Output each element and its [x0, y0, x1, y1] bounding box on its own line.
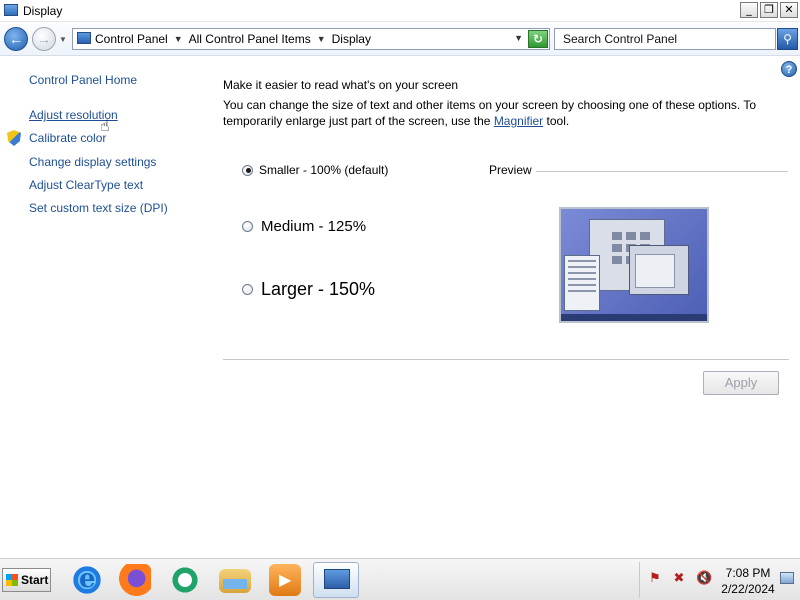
page-heading: Make it easier to read what's on your sc…	[223, 78, 459, 92]
chevron-down-icon[interactable]: ▼	[317, 34, 326, 44]
preview-icon	[626, 232, 636, 240]
search-icon[interactable]: ⚲	[777, 28, 798, 50]
preview-list-window	[564, 255, 600, 311]
option-medium[interactable]: Medium - 125%	[242, 218, 366, 235]
preview-label: Preview	[489, 163, 536, 177]
preview-line	[568, 284, 596, 286]
close-button[interactable]: ✕	[780, 2, 798, 18]
radio-smaller[interactable]	[242, 164, 253, 176]
edge-icon[interactable]	[169, 564, 201, 596]
address-dropdown-icon[interactable]: ▼	[514, 33, 523, 43]
preview-icon	[612, 256, 622, 264]
option-larger[interactable]: Larger - 150%	[242, 279, 375, 300]
file-explorer-icon[interactable]	[219, 569, 251, 593]
preview-divider	[535, 171, 788, 172]
action-center-icon[interactable]: ⚑	[648, 572, 662, 586]
magnifier-link[interactable]: Magnifier	[494, 114, 543, 128]
apply-button[interactable]: Apply	[703, 371, 779, 395]
chevron-down-icon[interactable]: ▼	[174, 34, 183, 44]
sidebar-item-custom-dpi[interactable]: Set custom text size (DPI)	[29, 201, 168, 215]
hand-cursor-icon: ☝	[100, 118, 110, 135]
option-smaller-label: Smaller - 100% (default)	[259, 163, 389, 177]
search-input[interactable]: Search Control Panel	[554, 28, 776, 50]
firefox-icon[interactable]	[119, 564, 151, 596]
taskbar: Start ⚑ ✖ 🔇 7:08 PM 2/22/2024	[0, 558, 800, 600]
title-bar: Display _ ❐ ✕	[0, 0, 800, 22]
media-player-icon[interactable]	[269, 564, 301, 596]
sidebar-item-change-display-settings[interactable]: Change display settings	[29, 155, 156, 169]
preview-line	[568, 260, 596, 262]
preview-dialog-pane	[635, 254, 675, 288]
back-button[interactable]: ←	[4, 27, 28, 51]
radio-larger[interactable]	[242, 284, 253, 295]
window-controls: _ ❐ ✕	[740, 2, 798, 18]
recent-pages-dropdown-icon[interactable]: ▼	[59, 35, 67, 44]
description-text: You can change the size of text and othe…	[223, 98, 757, 128]
preview-line	[568, 272, 596, 274]
breadcrumb: Control Panel ▼ All Control Panel Items …	[95, 32, 371, 46]
window-title: Display	[23, 4, 63, 18]
start-button[interactable]: Start	[2, 568, 51, 592]
navigation-bar: ← → ▼ Control Panel ▼ All Control Panel …	[0, 22, 800, 56]
description-tail: tool.	[543, 114, 570, 128]
minimize-button[interactable]: _	[740, 2, 758, 18]
breadcrumb-all-items[interactable]: All Control Panel Items	[189, 32, 311, 46]
sidebar-item-home[interactable]: Control Panel Home	[29, 73, 137, 87]
refresh-button[interactable]: ↻	[528, 30, 548, 48]
clock-date: 2/22/2024	[721, 582, 775, 596]
preview-icon	[612, 244, 622, 252]
preview-line	[568, 266, 596, 268]
option-medium-label: Medium - 125%	[261, 218, 367, 235]
preview-dialog-window	[629, 245, 689, 295]
divider	[223, 359, 789, 360]
help-icon[interactable]: ?	[781, 61, 797, 77]
restore-button[interactable]: ❐	[760, 2, 778, 18]
clock-time: 7:08 PM	[725, 566, 771, 580]
display-taskbar-button[interactable]	[313, 562, 359, 598]
start-label: Start	[21, 573, 49, 587]
preview-icon	[612, 232, 622, 240]
address-box[interactable]: Control Panel ▼ All Control Panel Items …	[72, 28, 550, 50]
control-panel-icon	[77, 32, 91, 44]
display-icon	[324, 569, 350, 589]
show-desktop-icon[interactable]	[780, 572, 794, 584]
system-tray: ⚑ ✖ 🔇 7:08 PM 2/22/2024	[639, 562, 800, 598]
breadcrumb-control-panel[interactable]: Control Panel	[95, 32, 168, 46]
volume-muted-icon[interactable]: 🔇	[696, 572, 712, 586]
forward-button[interactable]: →	[32, 27, 56, 51]
page-description: You can change the size of text and othe…	[223, 97, 783, 129]
preview-line	[568, 278, 596, 280]
radio-medium[interactable]	[242, 221, 253, 232]
preview-image	[559, 207, 709, 323]
preview-line	[568, 290, 596, 292]
shield-icon	[7, 130, 21, 146]
preview-desktop	[561, 209, 707, 321]
option-smaller[interactable]: Smaller - 100% (default)	[242, 163, 388, 177]
display-app-icon	[4, 4, 18, 16]
preview-taskbar	[561, 314, 707, 321]
preview-icon	[640, 232, 650, 240]
breadcrumb-display[interactable]: Display	[332, 32, 371, 46]
clock[interactable]: 7:08 PM 2/22/2024	[720, 565, 776, 597]
windows-logo-icon	[6, 574, 18, 586]
sidebar-item-calibrate-color[interactable]: Calibrate color	[29, 131, 106, 145]
sidebar-item-cleartype[interactable]: Adjust ClearType text	[29, 178, 143, 192]
option-larger-label: Larger - 150%	[261, 279, 376, 299]
internet-explorer-icon[interactable]	[71, 564, 103, 596]
network-error-icon[interactable]: ✖	[672, 572, 686, 586]
